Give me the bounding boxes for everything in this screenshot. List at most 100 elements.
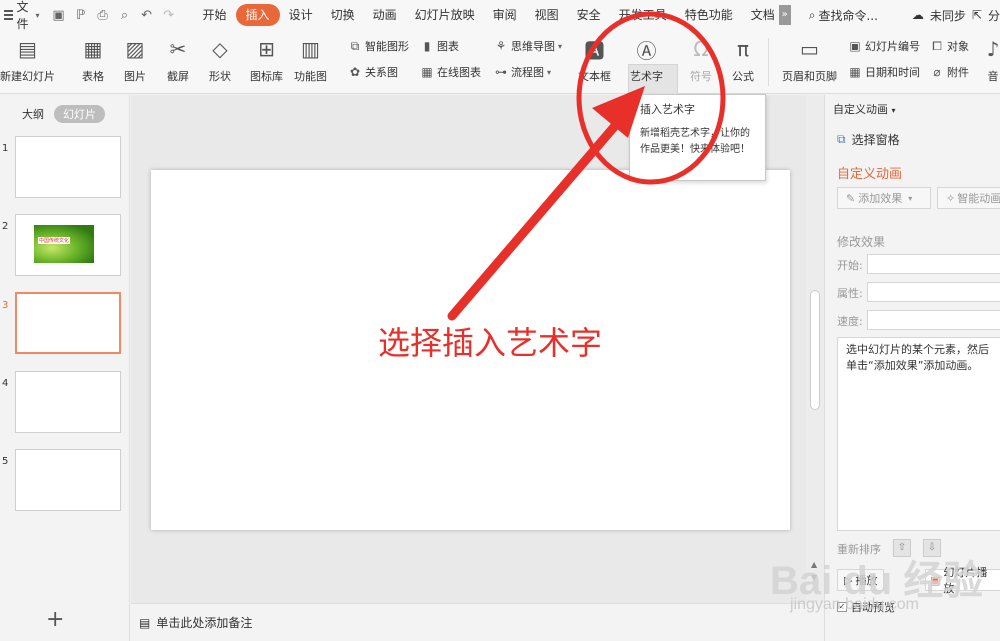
command-search[interactable]: ⌕ 查找命令...	[809, 7, 878, 24]
slide-thumbnail-current[interactable]	[15, 292, 121, 354]
add-slide-button[interactable]: +	[46, 607, 64, 632]
pane-header[interactable]: 自定义动画 ▾	[833, 101, 896, 117]
object-icon: ⧠	[932, 38, 942, 53]
attachment-button[interactable]: ⌀ 附件	[930, 64, 969, 80]
print-icon[interactable]: ⎙	[96, 8, 110, 23]
flowchart-icon: ⊶	[495, 65, 507, 79]
formula-button[interactable]: π 公式	[730, 36, 756, 84]
relation-chart-button[interactable]: ✿ 关系图	[348, 64, 398, 80]
chart-button[interactable]: ▮ 图表	[420, 38, 459, 54]
sync-status[interactable]: 未同步	[930, 7, 966, 24]
textbox-label: 文本框	[578, 70, 611, 83]
save-icon[interactable]: ▣	[52, 8, 66, 23]
wordart-label: 艺术字	[630, 70, 663, 83]
icon-library-button[interactable]: ⊞ 图标库	[250, 36, 283, 84]
shape-icon: ◇	[212, 37, 228, 61]
tab-review[interactable]: 审阅	[484, 4, 526, 26]
slide-number-current: 3	[2, 300, 9, 311]
share-label[interactable]: 分	[988, 7, 1000, 24]
redo-icon[interactable]: ↷	[162, 8, 176, 23]
audio-icon: ♪	[986, 37, 1000, 61]
cloud-icon: ☁	[911, 8, 924, 22]
slide-thumbnail[interactable]	[15, 136, 121, 198]
object-button[interactable]: ⧠ 对象	[930, 38, 969, 54]
tab-animation[interactable]: 动画	[364, 4, 406, 26]
header-footer-label: 页眉和页脚	[782, 70, 837, 83]
more-tabs-button[interactable]: »	[778, 5, 791, 25]
tab-security[interactable]: 安全	[568, 4, 610, 26]
slide-thumbnail[interactable]: 中国传统文化	[15, 214, 121, 276]
tab-transition[interactable]: 切换	[322, 4, 364, 26]
slide-number: 5	[2, 456, 9, 467]
notes-icon: ▤	[139, 615, 151, 630]
table-button[interactable]: ▦ 表格	[80, 36, 106, 84]
share-icon[interactable]: ⇱	[972, 8, 982, 22]
wordart-button[interactable]: Ⓐ 艺术字	[630, 36, 663, 84]
chevron-down-icon: ▾	[891, 106, 896, 115]
textbox-button[interactable]: 🅰 文本框	[578, 36, 611, 84]
select-pane-button[interactable]: ⧉ 选择窗格	[837, 131, 900, 148]
screenshot-button[interactable]: ✂ 截屏	[165, 36, 191, 84]
print-preview-icon[interactable]: ⌕	[118, 8, 132, 23]
attachment-label: 附件	[947, 66, 969, 79]
scrollbar-thumb[interactable]	[810, 290, 820, 410]
tab-document[interactable]: 文档	[742, 4, 777, 26]
tab-home[interactable]: 开始	[194, 4, 236, 26]
tab-outline[interactable]: 大纲	[22, 106, 44, 122]
start-select[interactable]	[867, 254, 1000, 274]
pen-icon: ✎	[846, 191, 856, 205]
smart-anim-icon: ✧	[946, 191, 956, 205]
new-slide-label: 新建幻灯片	[0, 70, 55, 83]
symbol-label: 符号	[690, 70, 712, 83]
tab-slides[interactable]: 幻灯片	[54, 105, 105, 123]
vertical-scrollbar[interactable]: ▲ ▼	[806, 95, 824, 603]
wordart-tooltip: 插入艺术字 新增稻壳艺术字，让你的作品更美！快来体验吧！	[629, 94, 766, 181]
slide-thumbnail[interactable]	[15, 371, 121, 433]
tab-developer[interactable]: 开发工具	[610, 4, 676, 26]
modify-effect-title: 修改效果	[837, 235, 886, 249]
property-select[interactable]	[867, 282, 1000, 302]
symbol-button[interactable]: Ω 符号	[688, 36, 714, 84]
function-chart-button[interactable]: ▥ 功能图	[294, 36, 327, 84]
tab-view[interactable]: 视图	[526, 4, 568, 26]
tab-design[interactable]: 设计	[280, 4, 322, 26]
formula-label: 公式	[732, 70, 754, 83]
notes-bar[interactable]: ▤ 单击此处添加备注	[131, 603, 806, 641]
tab-features[interactable]: 特色功能	[676, 4, 742, 26]
tab-slideshow[interactable]: 幻灯片放映	[406, 4, 484, 26]
picture-button[interactable]: ▨ 图片	[122, 36, 148, 84]
file-menu[interactable]: 文件 ▾	[0, 0, 40, 32]
chevron-down-icon: ▾	[35, 10, 40, 20]
chevron-down-icon: ▾	[908, 193, 913, 203]
relation-label: 关系图	[365, 66, 398, 79]
slide-number-button[interactable]: ▣ 幻灯片编号	[848, 38, 920, 54]
mindmap-button[interactable]: ⚘ 思维导图 ▾	[494, 38, 562, 54]
flowchart-button[interactable]: ⊶ 流程图 ▾	[494, 64, 551, 80]
chevron-down-icon: ▾	[558, 41, 563, 51]
tooltip-title: 插入艺术字	[640, 103, 695, 116]
smart-graphic-button[interactable]: ⧉ 智能图形	[348, 38, 409, 54]
quick-access-toolbar: ▣ ℙ ⎙ ⌕ ↶ ↷	[52, 8, 176, 23]
smart-graphic-icon: ⧉	[350, 38, 360, 53]
wordart-icon: Ⓐ	[636, 38, 657, 63]
slide-thumbnail[interactable]	[15, 449, 121, 511]
header-footer-button[interactable]: ▭ 页眉和页脚	[782, 36, 837, 84]
online-chart-button[interactable]: ▦ 在线图表	[420, 64, 481, 80]
shape-button[interactable]: ◇ 形状	[207, 36, 233, 84]
export-pdf-icon[interactable]: ℙ	[74, 8, 88, 23]
header-footer-icon: ▭	[800, 37, 819, 61]
pane-title: 自定义动画	[833, 103, 888, 116]
mindmap-icon: ⚘	[495, 39, 507, 53]
audio-button[interactable]: ♪ 音	[986, 36, 1000, 84]
animation-list[interactable]: 选中幻灯片的某个元素，然后单击“添加效果”添加动画。	[837, 337, 1000, 531]
command-search-label: 查找命令...	[818, 8, 878, 23]
speed-select[interactable]	[867, 310, 1000, 330]
smart-animation-button[interactable]: ✧ 智能动画	[937, 187, 1000, 209]
datetime-button[interactable]: ▦ 日期和时间	[848, 64, 920, 80]
slide-number: 2	[2, 221, 9, 232]
menu-bar: 文件 ▾ ▣ ℙ ⎙ ⌕ ↶ ↷ 开始 插入 设计 切换 动画 幻灯片放映 审阅…	[0, 0, 1000, 32]
new-slide-button[interactable]: ▤ 新建幻灯片	[0, 36, 55, 84]
tab-insert[interactable]: 插入	[235, 4, 280, 26]
add-effect-button[interactable]: ✎ 添加效果 ▾	[837, 187, 931, 209]
undo-icon[interactable]: ↶	[140, 8, 154, 23]
